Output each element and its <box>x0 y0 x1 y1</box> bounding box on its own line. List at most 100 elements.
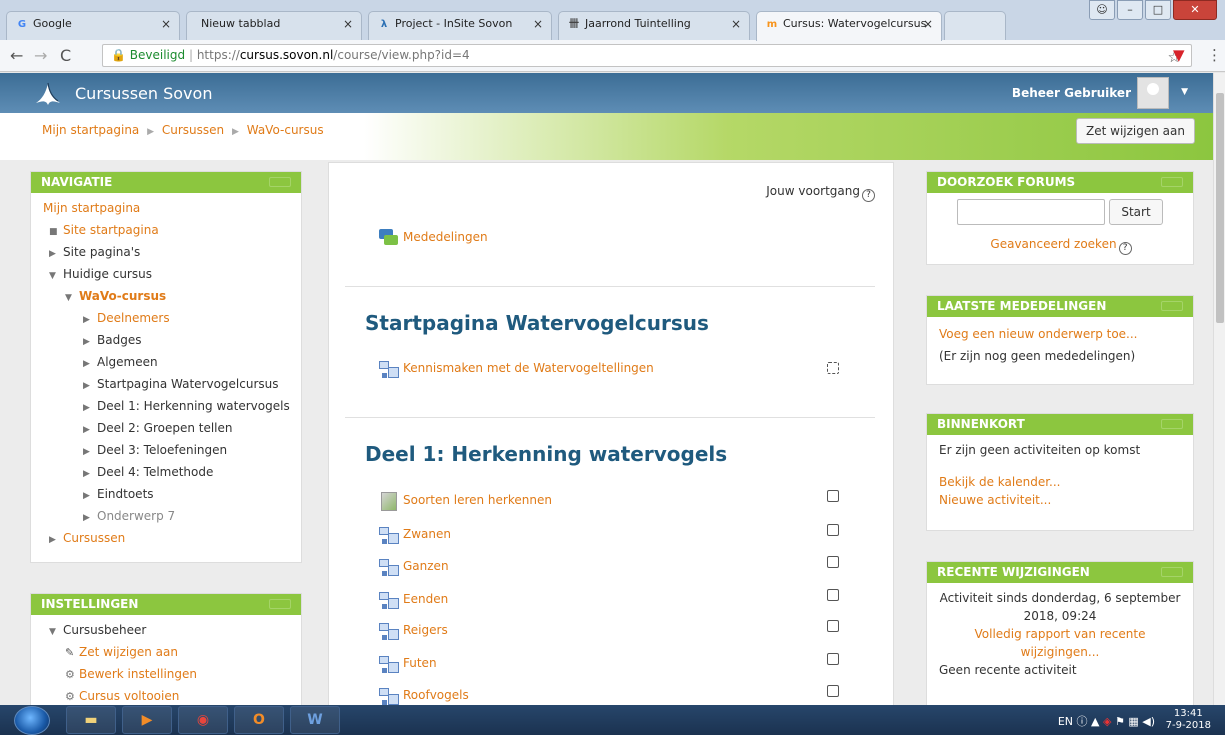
nav-link[interactable]: Cursussen <box>63 531 125 545</box>
completion-checkbox[interactable] <box>827 362 839 374</box>
activity-link[interactable]: Ganzen <box>403 559 449 573</box>
nav-link[interactable]: Site startpagina <box>63 223 159 237</box>
edit-mode-button[interactable]: Zet wijzigen aan <box>1076 118 1195 144</box>
forward-icon[interactable]: → <box>34 46 47 65</box>
nav-item[interactable]: ▶ Cursussen <box>43 527 289 549</box>
activity-link[interactable]: Reigers <box>403 623 448 637</box>
back-icon[interactable]: ← <box>10 46 23 65</box>
block-controls-icon[interactable] <box>1161 419 1183 429</box>
activity-link[interactable]: Kennismaken met de Watervogeltellingen <box>403 361 654 375</box>
tab-nieuw-tabblad[interactable]: Nieuw tabblad × <box>186 11 362 41</box>
breadcrumb-item[interactable]: Mijn startpagina <box>42 123 139 137</box>
file-explorer-icon[interactable]: ▬ <box>66 706 116 734</box>
activity-link[interactable]: Mededelingen <box>403 230 488 244</box>
tab-cursus-watervogelcursus[interactable]: m Cursus: Watervogelcursus × <box>756 11 942 41</box>
user-icon[interactable]: ☺ <box>1089 0 1115 20</box>
nav-item[interactable]: ▶ Badges <box>43 329 289 351</box>
help-icon[interactable]: ⓘ <box>1077 715 1092 728</box>
settings-link[interactable]: Cursus voltooien <box>79 689 179 703</box>
completion-checkbox[interactable] <box>827 524 839 536</box>
block-controls-icon[interactable] <box>1161 177 1183 187</box>
minimize-icon[interactable]: – <box>1117 0 1143 20</box>
close-tab-icon[interactable]: × <box>161 17 171 31</box>
activity-link[interactable]: Eenden <box>403 592 448 606</box>
completion-checkbox[interactable] <box>827 556 839 568</box>
settings-item[interactable]: ⚙ Cursus voltooien <box>43 685 289 705</box>
new-event-link[interactable]: Nieuwe activiteit... <box>939 493 1051 507</box>
tab-google[interactable]: G Google × <box>6 11 180 41</box>
completion-checkbox[interactable] <box>827 653 839 665</box>
activity-item[interactable]: Soorten leren herkennen <box>379 490 552 511</box>
maximize-icon[interactable]: □ <box>1145 0 1171 20</box>
outlook-icon[interactable]: O <box>234 706 284 734</box>
completion-checkbox[interactable] <box>827 589 839 601</box>
nav-link[interactable]: Mijn startpagina <box>43 201 140 215</box>
activity-item[interactable]: Zwanen <box>379 524 451 544</box>
block-controls-icon[interactable] <box>269 599 291 609</box>
extension-shield-icon[interactable]: ▼ <box>1173 46 1185 64</box>
completion-checkbox[interactable] <box>827 490 839 502</box>
tab-jaarrond-tuintelling[interactable]: 卌 Jaarrond Tuintelling × <box>558 11 750 41</box>
nav-item[interactable]: ▼ Huidige cursus <box>43 263 289 285</box>
settings-item[interactable]: ▼ Cursusbeheer <box>43 619 289 641</box>
full-report-link-cont[interactable]: wijzigingen... <box>1021 645 1100 659</box>
close-tab-icon[interactable]: × <box>923 17 933 31</box>
menu-kebab-icon[interactable]: ⋮ <box>1207 46 1222 64</box>
close-tab-icon[interactable]: × <box>731 17 741 31</box>
system-clock[interactable]: 13:41 7-9-2018 <box>1166 708 1211 732</box>
nav-item[interactable]: ■ Site startpagina <box>43 219 289 241</box>
nav-item[interactable]: Mijn startpagina <box>43 197 289 219</box>
nav-item[interactable]: ▶ Deel 2: Groepen tellen <box>43 417 289 439</box>
tray-app-icon[interactable]: ◈ <box>1103 715 1115 728</box>
nav-link[interactable]: WaVo-cursus <box>79 289 166 303</box>
tab-project-insite[interactable]: λ Project - InSite Sovon × <box>368 11 552 41</box>
nav-item[interactable]: ▼ WaVo-cursus <box>43 285 289 307</box>
activity-item[interactable]: Ganzen <box>379 556 449 576</box>
activity-link[interactable]: Futen <box>403 656 437 670</box>
nav-item[interactable]: ▶ Startpagina Watervogelcursus <box>43 373 289 395</box>
completion-checkbox[interactable] <box>827 685 839 697</box>
new-tab-button[interactable] <box>944 11 1006 41</box>
activity-item[interactable]: Futen <box>379 653 437 673</box>
media-player-icon[interactable]: ▶ <box>122 706 172 734</box>
reload-icon[interactable]: C <box>60 46 71 65</box>
settings-item[interactable]: ✎ Zet wijzigen aan <box>43 641 289 663</box>
settings-item[interactable]: ⚙ Bewerk instellingen <box>43 663 289 685</box>
nav-item[interactable]: ▶ Deel 1: Herkenning watervogels <box>43 395 290 417</box>
scrollbar-thumb[interactable] <box>1216 93 1224 323</box>
activity-announcements[interactable]: Mededelingen <box>379 227 488 247</box>
site-name[interactable]: Cursussen Sovon <box>75 84 212 103</box>
nav-link[interactable]: Deelnemers <box>97 311 170 325</box>
page-scrollbar[interactable] <box>1213 73 1225 705</box>
close-window-icon[interactable]: ✕ <box>1173 0 1217 20</box>
network-icon[interactable]: ▦ <box>1128 715 1142 728</box>
language-indicator[interactable]: EN <box>1058 715 1073 728</box>
activity-item[interactable]: Reigers <box>379 620 448 640</box>
windows-start-icon[interactable] <box>14 706 50 735</box>
activity-link[interactable]: Soorten leren herkennen <box>403 493 552 507</box>
flag-icon[interactable]: ⚑ <box>1115 715 1125 728</box>
settings-link[interactable]: Zet wijzigen aan <box>79 645 178 659</box>
help-icon[interactable]: ? <box>862 189 875 202</box>
nav-item[interactable]: ▶ Site pagina's <box>43 241 289 263</box>
add-topic-link[interactable]: Voeg een nieuw onderwerp toe... <box>939 327 1138 341</box>
search-start-button[interactable]: Start <box>1109 199 1163 225</box>
breadcrumb-item[interactable]: WaVo-cursus <box>247 123 324 137</box>
activity-link[interactable]: Zwanen <box>403 527 451 541</box>
close-tab-icon[interactable]: × <box>343 17 353 31</box>
full-report-link[interactable]: Volledig rapport van recente <box>975 627 1146 641</box>
completion-checkbox[interactable] <box>827 620 839 632</box>
nav-item[interactable]: ▶ Deelnemers <box>43 307 289 329</box>
advanced-search-link[interactable]: Geavanceerd zoeken <box>990 237 1116 251</box>
block-controls-icon[interactable] <box>1161 301 1183 311</box>
user-menu-name[interactable]: Beheer Gebruiker <box>1012 86 1131 100</box>
block-controls-icon[interactable] <box>269 177 291 187</box>
nav-item[interactable]: ▶ Deel 3: Teloefeningen <box>43 439 289 461</box>
chevron-down-icon[interactable]: ▼ <box>1181 87 1188 97</box>
breadcrumb-item[interactable]: Cursussen <box>162 123 224 137</box>
block-controls-icon[interactable] <box>1161 567 1183 577</box>
nav-item[interactable]: ▶ Deel 4: Telmethode <box>43 461 289 483</box>
nav-item[interactable]: ▶ Onderwerp 7 <box>43 505 289 527</box>
close-tab-icon[interactable]: × <box>533 17 543 31</box>
help-icon[interactable]: ? <box>1118 242 1132 255</box>
